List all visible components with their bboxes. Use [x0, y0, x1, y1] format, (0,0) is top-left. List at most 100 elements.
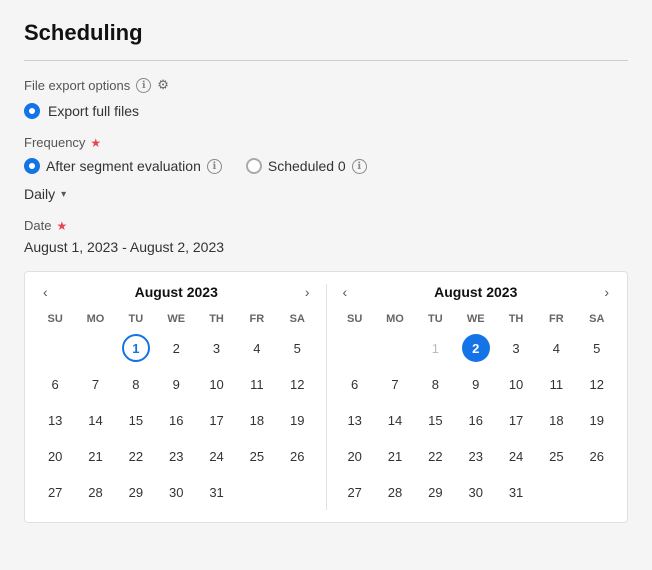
after-segment-option[interactable]: After segment evaluation ℹ: [24, 158, 222, 174]
list-item[interactable]: 21: [75, 438, 115, 474]
list-item[interactable]: 9: [156, 366, 196, 402]
calendar-left-next-button[interactable]: ›: [297, 280, 318, 304]
list-item[interactable]: 24: [196, 438, 236, 474]
calendars-container: ‹ August 2023 › SU MO TU WE TH FR SA 123…: [24, 271, 628, 523]
list-item[interactable]: 22: [415, 438, 455, 474]
list-item[interactable]: 17: [196, 402, 236, 438]
list-item[interactable]: 28: [75, 474, 115, 510]
cal-left-su: SU: [35, 310, 75, 330]
list-item[interactable]: 1: [116, 330, 156, 366]
list-item[interactable]: 25: [237, 438, 277, 474]
list-item[interactable]: 16: [456, 402, 496, 438]
list-item[interactable]: 20: [335, 438, 375, 474]
list-item[interactable]: 4: [237, 330, 277, 366]
list-item[interactable]: 8: [116, 366, 156, 402]
table-row: 13141516171819: [35, 402, 318, 438]
list-item[interactable]: 31: [496, 474, 536, 510]
list-item[interactable]: 19: [577, 402, 617, 438]
list-item[interactable]: 5: [577, 330, 617, 366]
list-item[interactable]: 31: [196, 474, 236, 510]
list-item[interactable]: 2: [456, 330, 496, 366]
table-row: 12345: [335, 330, 618, 366]
list-item[interactable]: 12: [277, 366, 317, 402]
list-item[interactable]: 10: [496, 366, 536, 402]
list-item[interactable]: 5: [277, 330, 317, 366]
scheduled-option[interactable]: Scheduled 0 ℹ: [246, 158, 367, 174]
list-item[interactable]: 27: [335, 474, 375, 510]
list-item: [335, 330, 375, 366]
list-item[interactable]: 10: [196, 366, 236, 402]
list-item[interactable]: 29: [415, 474, 455, 510]
after-segment-radio[interactable]: [24, 158, 40, 174]
scheduled-info-icon[interactable]: ℹ: [352, 159, 367, 174]
cal-right-mo: MO: [375, 310, 415, 330]
date-label-row: Date ★: [24, 218, 628, 233]
list-item[interactable]: 25: [536, 438, 576, 474]
list-item[interactable]: 11: [536, 366, 576, 402]
calendar-right-prev-button[interactable]: ‹: [335, 280, 356, 304]
calendar-right-weekday-row: SU MO TU WE TH FR SA: [335, 310, 618, 330]
list-item[interactable]: 1: [415, 330, 455, 366]
date-required-star: ★: [56, 219, 67, 233]
list-item[interactable]: 18: [237, 402, 277, 438]
list-item[interactable]: 6: [35, 366, 75, 402]
cal-left-fr: FR: [237, 310, 277, 330]
list-item: [35, 330, 75, 366]
list-item[interactable]: 7: [75, 366, 115, 402]
list-item[interactable]: 3: [196, 330, 236, 366]
list-item[interactable]: 30: [156, 474, 196, 510]
list-item[interactable]: 12: [577, 366, 617, 402]
list-item[interactable]: 7: [375, 366, 415, 402]
file-export-info-icon[interactable]: ℹ: [136, 78, 151, 93]
list-item[interactable]: 28: [375, 474, 415, 510]
date-label-text: Date: [24, 218, 51, 233]
frequency-section: Frequency ★ After segment evaluation ℹ S…: [24, 135, 628, 204]
scheduled-label: Scheduled 0: [268, 158, 346, 174]
list-item[interactable]: 23: [156, 438, 196, 474]
list-item: [75, 330, 115, 366]
list-item[interactable]: 14: [75, 402, 115, 438]
table-row: 6789101112: [335, 366, 618, 402]
file-export-gear-icon[interactable]: ⚙: [157, 77, 169, 93]
list-item[interactable]: 3: [496, 330, 536, 366]
list-item[interactable]: 23: [456, 438, 496, 474]
list-item[interactable]: 17: [496, 402, 536, 438]
cal-left-mo: MO: [75, 310, 115, 330]
list-item[interactable]: 13: [335, 402, 375, 438]
after-segment-info-icon[interactable]: ℹ: [207, 159, 222, 174]
export-full-files-label: Export full files: [48, 103, 139, 119]
list-item[interactable]: 30: [456, 474, 496, 510]
list-item[interactable]: 20: [35, 438, 75, 474]
list-item[interactable]: 9: [456, 366, 496, 402]
list-item[interactable]: 21: [375, 438, 415, 474]
list-item[interactable]: 27: [35, 474, 75, 510]
list-item[interactable]: 24: [496, 438, 536, 474]
list-item[interactable]: 15: [116, 402, 156, 438]
table-row: 2728293031: [335, 474, 618, 510]
list-item[interactable]: 4: [536, 330, 576, 366]
daily-dropdown[interactable]: Daily ▾: [24, 184, 66, 204]
cal-left-we: WE: [156, 310, 196, 330]
list-item[interactable]: 26: [277, 438, 317, 474]
calendar-right-header: ‹ August 2023 ›: [335, 284, 618, 300]
list-item[interactable]: 22: [116, 438, 156, 474]
list-item[interactable]: 13: [35, 402, 75, 438]
calendar-right-grid: SU MO TU WE TH FR SA 1234567891011121314…: [335, 310, 618, 510]
list-item[interactable]: 2: [156, 330, 196, 366]
list-item[interactable]: 15: [415, 402, 455, 438]
list-item[interactable]: 11: [237, 366, 277, 402]
list-item[interactable]: 6: [335, 366, 375, 402]
list-item[interactable]: 26: [577, 438, 617, 474]
calendar-left-prev-button[interactable]: ‹: [35, 280, 56, 304]
calendar-right-next-button[interactable]: ›: [596, 280, 617, 304]
scheduled-radio[interactable]: [246, 158, 262, 174]
list-item[interactable]: 29: [116, 474, 156, 510]
list-item: [536, 474, 576, 510]
list-item[interactable]: 16: [156, 402, 196, 438]
list-item[interactable]: 8: [415, 366, 455, 402]
list-item[interactable]: 18: [536, 402, 576, 438]
list-item[interactable]: 19: [277, 402, 317, 438]
list-item[interactable]: 14: [375, 402, 415, 438]
date-section: Date ★ August 1, 2023 - August 2, 2023: [24, 218, 628, 255]
export-full-files-radio[interactable]: [24, 103, 40, 119]
